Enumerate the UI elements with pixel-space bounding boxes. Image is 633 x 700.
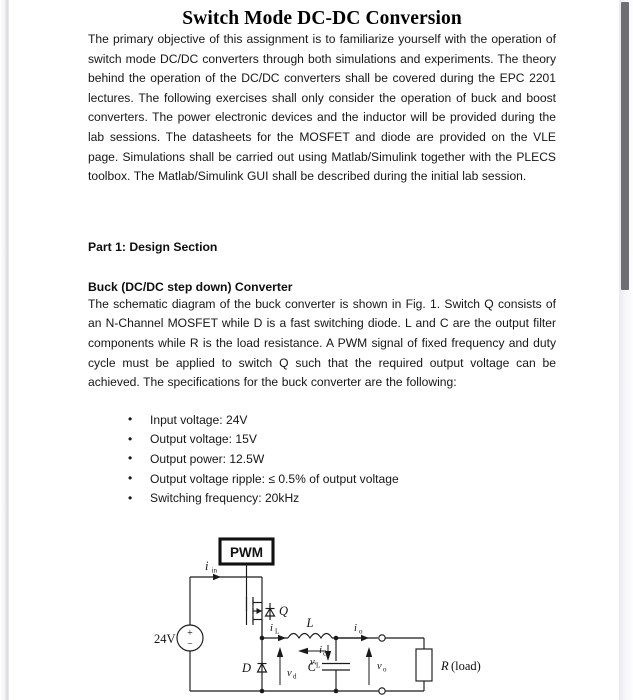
buck-heading: Buck (DC/DC step down) Converter: [88, 279, 293, 294]
current-l-subscript: L: [275, 627, 279, 635]
mosfet-bulk-arrow-icon: [256, 607, 262, 614]
node-dot: [259, 688, 265, 693]
current-l-label: i: [270, 623, 273, 634]
current-o-arrow-icon: [361, 634, 369, 641]
switch-q-label: Q: [279, 604, 288, 618]
node-dot: [333, 688, 339, 693]
buck-converter-schematic: PWM i in Q + − 24V D v d i L L v L C i c…: [150, 533, 500, 700]
specifications-list: Input voltage: 24V Output voltage: 15V O…: [88, 410, 556, 509]
current-o-label: i: [354, 623, 357, 634]
inductor-label: L: [306, 616, 314, 630]
list-item: Output power: 12.5W: [128, 449, 556, 470]
document-viewer: Switch Mode DC-DC Conversion The primary…: [0, 0, 633, 700]
source-plus-sign: +: [187, 628, 193, 639]
current-in-label: i: [205, 559, 209, 573]
buck-paragraph: The schematic diagram of the buck conver…: [88, 296, 556, 390]
pwm-label: PWM: [230, 545, 263, 560]
list-item: Output voltage: 15V: [128, 430, 556, 450]
current-in-arrow-icon: [213, 573, 221, 580]
page-left-gutter: [0, 0, 9, 700]
current-l-arrow-icon: [278, 634, 286, 641]
inductor-icon: [287, 632, 333, 639]
voltage-d-subscript: d: [293, 672, 297, 680]
current-c-label: i: [319, 645, 322, 656]
capacitor-label: C: [308, 660, 317, 674]
voltage-d-label: v: [287, 668, 292, 679]
load-note-label: (load): [451, 659, 481, 673]
part1-heading: Part 1: Design Section: [88, 239, 218, 254]
page-content: Switch Mode DC-DC Conversion The primary…: [88, 0, 556, 700]
output-terminal-top-icon: [378, 633, 386, 642]
voltage-l-arrow-icon: [298, 647, 308, 654]
current-in-subscript: in: [212, 566, 218, 574]
source-voltage-label: 24V: [154, 632, 176, 646]
part1-section: Part 1: Design Section: [88, 239, 556, 255]
voltage-d-arrow-icon: [276, 646, 284, 657]
scrollbar-track[interactable]: [619, 0, 633, 700]
scrollbar-thumb[interactable]: [621, 2, 629, 290]
voltage-o-arrow-icon: [365, 646, 373, 657]
voltage-o-label: v: [377, 661, 382, 672]
buck-section: Buck (DC/DC step down) Converter The sch…: [88, 279, 556, 393]
page-title: Switch Mode DC-DC Conversion: [182, 8, 462, 29]
resistor-icon: [415, 648, 433, 682]
voltage-o-subscript: o: [383, 665, 387, 673]
document-page: Switch Mode DC-DC Conversion The primary…: [10, 0, 615, 700]
output-terminal-bottom-icon: [378, 686, 386, 695]
list-item: Output voltage ripple: ≤ 0.5% of output …: [128, 469, 556, 490]
list-item: Switching frequency: 20kHz: [128, 489, 556, 509]
current-c-subscript: c: [323, 649, 326, 657]
source-minus-sign: −: [187, 639, 193, 650]
diode-d-label: D: [241, 661, 251, 675]
load-r-label: R: [440, 659, 449, 673]
list-item: Input voltage: 24V: [128, 410, 556, 431]
intro-paragraph: The primary objective of this assignment…: [88, 32, 556, 184]
figure-1: PWM i in Q + − 24V D v d i L L v L C i c…: [88, 533, 556, 700]
current-o-subscript: o: [359, 627, 363, 635]
voltage-l-subscript: L: [316, 661, 320, 669]
